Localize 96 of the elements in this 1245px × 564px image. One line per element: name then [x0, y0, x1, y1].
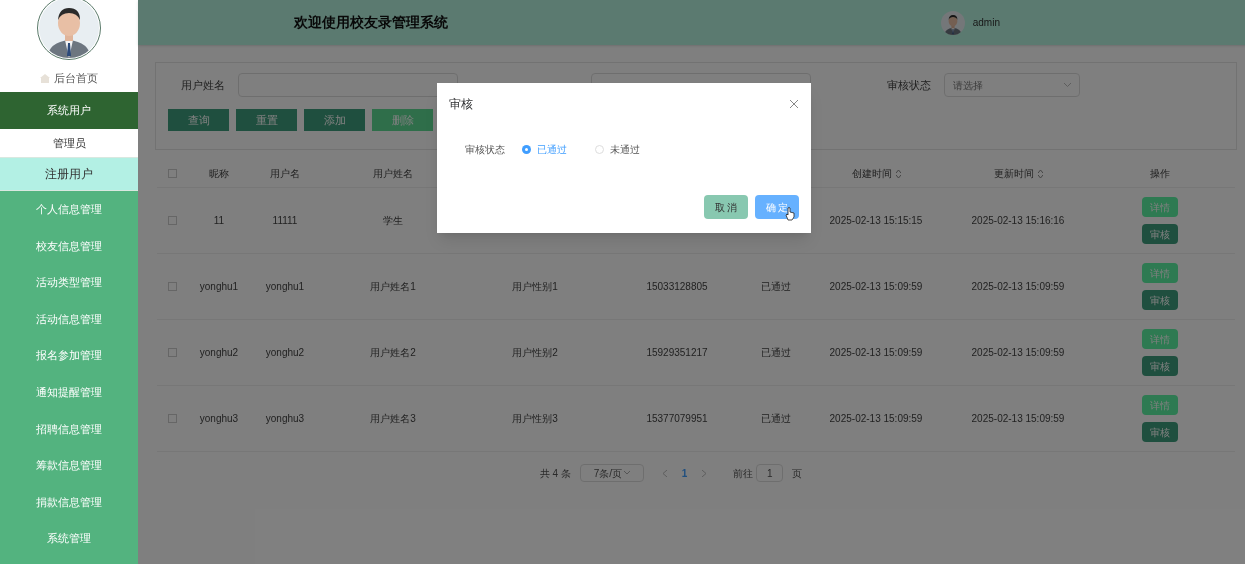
- menu-item[interactable]: 捐款信息管理: [0, 483, 138, 521]
- table-cell-text: 用户姓名1: [370, 280, 416, 294]
- table-cell-text: 2025-02-13 15:09:59: [971, 346, 1065, 360]
- details-button[interactable]: 详情: [1142, 263, 1178, 283]
- dialog-title: 审核: [449, 96, 473, 113]
- review-button[interactable]: 审核: [1142, 290, 1178, 310]
- table-cell-text: 用户姓名3: [370, 412, 416, 426]
- menu-item[interactable]: 报名参加管理: [0, 337, 138, 374]
- table-cell-text: 用户性别2: [512, 346, 558, 360]
- user-name[interactable]: admin: [972, 15, 1000, 30]
- chevron-down-icon: [623, 471, 630, 475]
- table-cell-text: 2025-02-13 15:09:59: [971, 412, 1065, 426]
- table-cell-text: 用户性别1: [512, 280, 558, 294]
- filter-button[interactable]: 删除: [372, 109, 433, 131]
- pointer-cursor-icon: [785, 207, 795, 221]
- menu-item[interactable]: 个人信息管理: [0, 191, 138, 228]
- radio-button[interactable]: [595, 145, 604, 154]
- text-field[interactable]: [238, 73, 458, 97]
- table-cell-text: 2025-02-13 15:09:59: [829, 412, 923, 426]
- next-page-icon[interactable]: [702, 469, 707, 477]
- table-cell-text: 2025-02-13 15:15:15: [829, 214, 923, 228]
- table-cell-text: yonghu3: [265, 412, 305, 426]
- column-header: 用户姓名: [373, 167, 413, 181]
- menu-item[interactable]: 校友信息管理: [0, 227, 138, 265]
- filter-button[interactable]: 查询: [168, 109, 229, 131]
- review-button[interactable]: 审核: [1142, 422, 1178, 442]
- table-cell-text: 11111: [272, 214, 298, 228]
- table-cell-text: 2025-02-13 15:09:59: [829, 346, 923, 360]
- filter-button[interactable]: 添加: [304, 109, 365, 131]
- column-header: 操作: [1150, 167, 1170, 181]
- menu-item[interactable]: 活动类型管理: [0, 264, 138, 301]
- menu-item[interactable]: 系统用户: [0, 92, 138, 129]
- select-placeholder: 请选择: [953, 78, 983, 93]
- page-size-select[interactable]: 7条/页: [579, 464, 644, 482]
- row-checkbox[interactable]: [167, 348, 177, 357]
- confirm-button[interactable]: 确 定: [755, 195, 799, 219]
- menu-item[interactable]: 活动信息管理: [0, 300, 138, 338]
- table-cell-text: 学生: [383, 214, 403, 228]
- row-checkbox[interactable]: [167, 216, 177, 225]
- review-button[interactable]: 审核: [1142, 224, 1178, 244]
- column-header: 昵称: [209, 167, 229, 181]
- details-button[interactable]: 详情: [1142, 329, 1178, 349]
- submenu-item[interactable]: 注册用户: [0, 158, 138, 191]
- close-icon[interactable]: [790, 100, 798, 108]
- previous-page-icon[interactable]: [662, 469, 667, 477]
- home-link[interactable]: 后台首页: [54, 70, 98, 87]
- table-cell-text: 已通过: [761, 346, 791, 360]
- field-label: 审核状态: [465, 143, 505, 157]
- chevron-down-icon: [1064, 83, 1071, 87]
- menu-item[interactable]: 系统管理: [0, 520, 138, 557]
- table-cell-text: 已通过: [761, 280, 791, 294]
- page-title: 欢迎使用校友录管理系统: [294, 13, 448, 32]
- status-select[interactable]: 请选择: [944, 73, 1080, 97]
- radio-button[interactable]: [522, 145, 531, 154]
- table-cell-text: yonghu1: [199, 280, 239, 294]
- filter-label: 审核状态: [887, 77, 931, 93]
- menu-item[interactable]: 通知提醒管理: [0, 373, 138, 411]
- table-cell-text: 15033128805: [646, 280, 708, 294]
- details-button[interactable]: 详情: [1142, 197, 1178, 217]
- table-cell-text: 11: [213, 214, 225, 228]
- cancel-button[interactable]: 取 消: [704, 195, 748, 219]
- column-header[interactable]: 更新时间: [993, 166, 1034, 181]
- page-suffix: 页: [792, 466, 803, 481]
- menu-item[interactable]: 筹款信息管理: [0, 447, 138, 484]
- table-cell-text: 2025-02-13 15:09:59: [829, 280, 923, 294]
- row-checkbox[interactable]: [167, 414, 177, 423]
- row-checkbox[interactable]: [167, 282, 177, 291]
- table-cell-text: 15377079951: [646, 412, 708, 426]
- table-cell-text: 15929351217: [646, 346, 708, 360]
- filter-button[interactable]: 重置: [236, 109, 297, 131]
- page-input[interactable]: 1: [756, 464, 784, 482]
- radio-label[interactable]: 已通过: [537, 142, 567, 157]
- table-cell-text: 2025-02-13 15:16:16: [971, 214, 1065, 228]
- column-header[interactable]: 创建时间: [851, 166, 892, 181]
- radio-label[interactable]: 未通过: [610, 142, 640, 157]
- table-cell-text: 用户姓名2: [370, 346, 416, 360]
- menu-item[interactable]: 招聘信息管理: [0, 410, 138, 448]
- table-cell-text: 用户性别3: [512, 412, 558, 426]
- sort-icon[interactable]: [1037, 169, 1043, 178]
- table-cell-text: 已通过: [761, 412, 791, 426]
- details-button[interactable]: 详情: [1142, 395, 1178, 415]
- sort-icon[interactable]: [895, 169, 901, 178]
- home-icon: [40, 73, 50, 83]
- table-cell-text: yonghu2: [199, 346, 239, 360]
- table-cell-text: yonghu1: [265, 280, 305, 294]
- column-header: 用户名: [270, 167, 300, 181]
- table-cell-text: yonghu3: [199, 412, 239, 426]
- table-cell-text: 2025-02-13 15:09:59: [971, 280, 1065, 294]
- review-button[interactable]: 审核: [1142, 356, 1178, 376]
- filter-label: 用户姓名: [181, 77, 225, 93]
- select-all-checkbox[interactable]: [167, 169, 177, 178]
- table-cell-text: yonghu2: [265, 346, 305, 360]
- submenu-item[interactable]: 管理员: [0, 129, 138, 158]
- goto-label: 前往: [733, 466, 754, 481]
- page-number[interactable]: 1: [675, 465, 694, 481]
- total-count: 共 4 条: [539, 466, 571, 481]
